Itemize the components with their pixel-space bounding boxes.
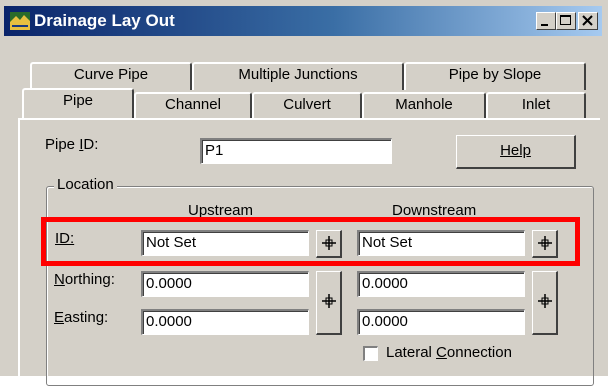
pipe-id-label-part2: D: <box>83 136 99 153</box>
northing-label-rest: orthing: <box>64 271 115 288</box>
lateral-connection-checkbox[interactable] <box>363 346 378 361</box>
upstream-header: Upstream <box>188 202 254 219</box>
northing-mnemonic: N <box>54 271 65 288</box>
downstream-coordinate-pick-button[interactable] <box>532 271 558 335</box>
downstream-id-input[interactable]: Not Set <box>357 230 525 256</box>
lateral-connection-label: Lateral Connection <box>386 344 512 361</box>
pipe-id-label: Pipe ID: <box>45 136 98 153</box>
downstream-header: Downstream <box>392 202 477 219</box>
upstream-id-input[interactable]: Not Set <box>141 230 309 256</box>
lateral-mnemonic: C <box>436 344 447 361</box>
easting-mnemonic: E <box>54 309 65 326</box>
crosshair-icon <box>321 294 336 308</box>
downstream-easting-input[interactable]: 0.0000 <box>357 309 525 335</box>
easting-label: Easting: <box>54 309 108 326</box>
lateral-label-part1: Lateral <box>386 344 437 361</box>
northing-label: Northing: <box>54 271 115 288</box>
downstream-id-pick-button[interactable] <box>532 230 558 258</box>
location-group-label: Location <box>54 176 117 193</box>
drainage-layout-window: Drainage Lay Out Curve Pipe Multiple Jun… <box>0 0 608 386</box>
crosshair-icon <box>321 236 336 250</box>
pipe-id-input[interactable]: P1 <box>200 138 392 164</box>
easting-label-rest: asting: <box>64 309 109 326</box>
upstream-easting-input[interactable]: 0.0000 <box>141 309 309 335</box>
upstream-northing-input[interactable]: 0.0000 <box>141 271 309 297</box>
help-button-label: Help <box>500 142 531 159</box>
help-button[interactable]: Help <box>456 135 576 169</box>
upstream-id-pick-button[interactable] <box>316 230 342 258</box>
crosshair-icon <box>537 294 552 308</box>
pipe-id-label-part1: Pipe <box>45 136 80 153</box>
lateral-label-part2: onnection <box>446 344 512 361</box>
downstream-northing-input[interactable]: 0.0000 <box>357 271 525 297</box>
crosshair-icon <box>537 236 552 250</box>
upstream-coordinate-pick-button[interactable] <box>316 271 342 335</box>
id-label: ID: <box>55 230 75 247</box>
